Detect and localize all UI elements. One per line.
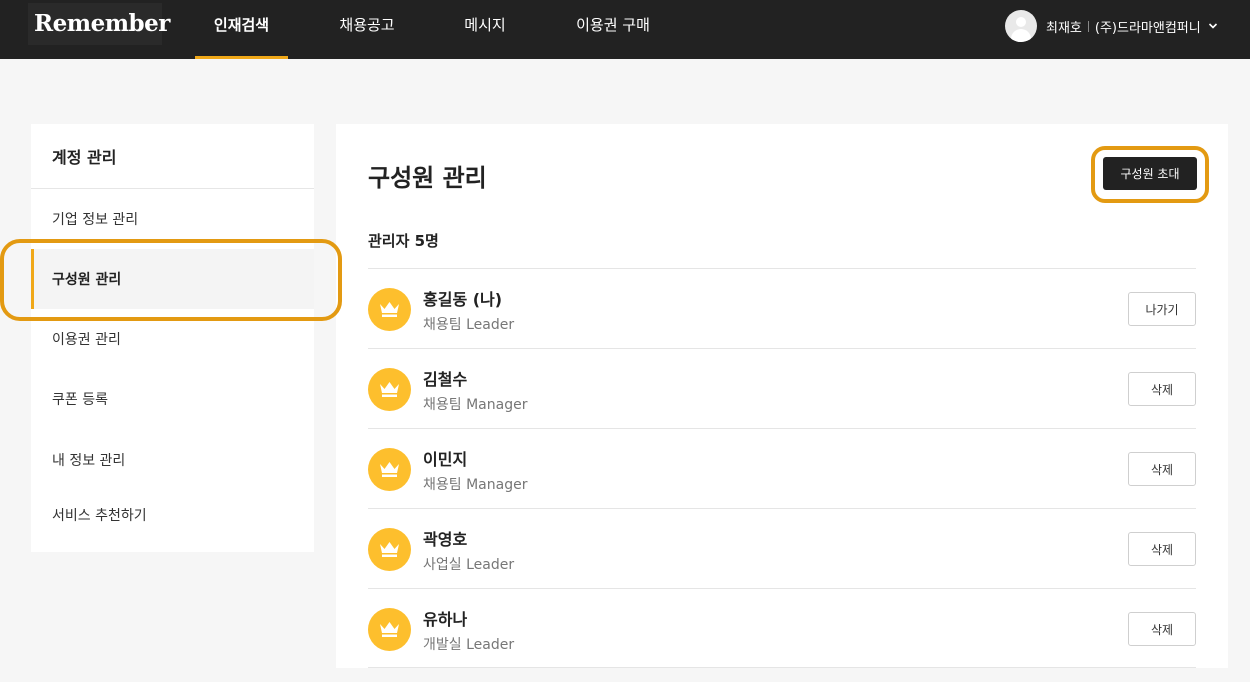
admin-count-label: 관리자 5명 — [368, 232, 439, 250]
member-name: 곽영호 — [423, 530, 468, 549]
sidebar-item-label: 이용권 관리 — [52, 332, 121, 348]
member-role: 채용팀 Manager — [423, 477, 528, 493]
nav-label: 메시지 — [464, 16, 506, 34]
member-name: 김철수 — [423, 370, 468, 389]
remember-logo[interactable]: Remember — [28, 3, 170, 45]
delete-button[interactable]: 삭제 — [1128, 452, 1196, 486]
member-name: 홍길동 (나) — [423, 290, 503, 309]
company-name: (주)드라마앤컴퍼니 — [1094, 20, 1201, 36]
sidebar-title: 계정 관리 — [52, 148, 117, 167]
sidebar-item-label: 기업 정보 관리 — [52, 212, 139, 228]
account-sidebar: 계정 관리 기업 정보 관리 구성원 관리 이용권 관리 쿠폰 등록 내 정보 … — [31, 124, 314, 552]
member-role: 채용팀 Leader — [423, 317, 515, 333]
crown-icon — [368, 608, 411, 651]
sidebar-item-my-info[interactable]: 내 정보 관리 — [31, 430, 314, 490]
nav-talent-search[interactable]: 인재검색 — [195, 0, 288, 59]
nav-label: 채용공고 — [339, 16, 395, 34]
sidebar-item-coupon[interactable]: 쿠폰 등록 — [31, 369, 314, 429]
chevron-down-icon — [1208, 23, 1217, 29]
sidebar-item-label: 쿠폰 등록 — [52, 392, 108, 408]
list-item: 홍길동 (나) 채용팀 Leader 나가기 — [368, 268, 1196, 348]
member-list: 홍길동 (나) 채용팀 Leader 나가기 김철수 채용팀 Manager 삭… — [368, 268, 1196, 668]
nav-purchase-pass[interactable]: 이용권 구매 — [560, 0, 666, 59]
nav-label: 인재검색 — [213, 16, 270, 34]
page-title: 구성원 관리 — [368, 164, 487, 192]
invite-member-button[interactable]: 구성원 초대 — [1103, 157, 1197, 190]
member-name: 이민지 — [423, 450, 468, 469]
list-item: 곽영호 사업실 Leader 삭제 — [368, 508, 1196, 588]
delete-button[interactable]: 삭제 — [1128, 372, 1196, 406]
nav-label: 이용권 구매 — [576, 16, 650, 34]
member-name: 유하나 — [423, 610, 468, 629]
member-role: 채용팀 Manager — [423, 397, 528, 413]
delete-button[interactable]: 삭제 — [1128, 532, 1196, 566]
divider — [1087, 20, 1089, 32]
sidebar-item-pass-management[interactable]: 이용권 관리 — [31, 309, 314, 369]
user-name: 최재호 — [1046, 20, 1082, 36]
top-navigation-bar: Remember 인재검색 채용공고 메시지 이용권 구매 최재호 (주)드라마… — [0, 0, 1250, 59]
delete-button[interactable]: 삭제 — [1128, 612, 1196, 646]
nav-job-postings[interactable]: 채용공고 — [322, 0, 412, 59]
sidebar-item-members[interactable]: 구성원 관리 — [31, 249, 314, 309]
list-item: 유하나 개발실 Leader 삭제 — [368, 588, 1196, 668]
sidebar-item-label: 구성원 관리 — [52, 272, 122, 288]
crown-icon — [368, 448, 411, 491]
active-nav-underline — [195, 56, 288, 59]
list-item: 김철수 채용팀 Manager 삭제 — [368, 348, 1196, 428]
sidebar-item-recommend[interactable]: 서비스 추천하기 — [31, 485, 314, 545]
avatar — [1005, 10, 1037, 42]
members-panel: 구성원 관리 구성원 초대 관리자 5명 홍길동 (나) 채용팀 Leader … — [336, 124, 1228, 668]
sidebar-item-company-info[interactable]: 기업 정보 관리 — [31, 189, 314, 249]
nav-messages[interactable]: 메시지 — [446, 0, 524, 59]
member-role: 개발실 Leader — [423, 637, 515, 653]
list-item: 이민지 채용팀 Manager 삭제 — [368, 428, 1196, 508]
user-menu[interactable]: 최재호 (주)드라마앤컴퍼니 — [1005, 10, 1218, 42]
sidebar-item-label: 서비스 추천하기 — [52, 508, 147, 524]
crown-icon — [368, 368, 411, 411]
leave-button[interactable]: 나가기 — [1128, 292, 1196, 326]
sidebar-item-label: 내 정보 관리 — [52, 453, 126, 469]
crown-icon — [368, 528, 411, 571]
member-role: 사업실 Leader — [423, 557, 515, 573]
crown-icon — [368, 288, 411, 331]
